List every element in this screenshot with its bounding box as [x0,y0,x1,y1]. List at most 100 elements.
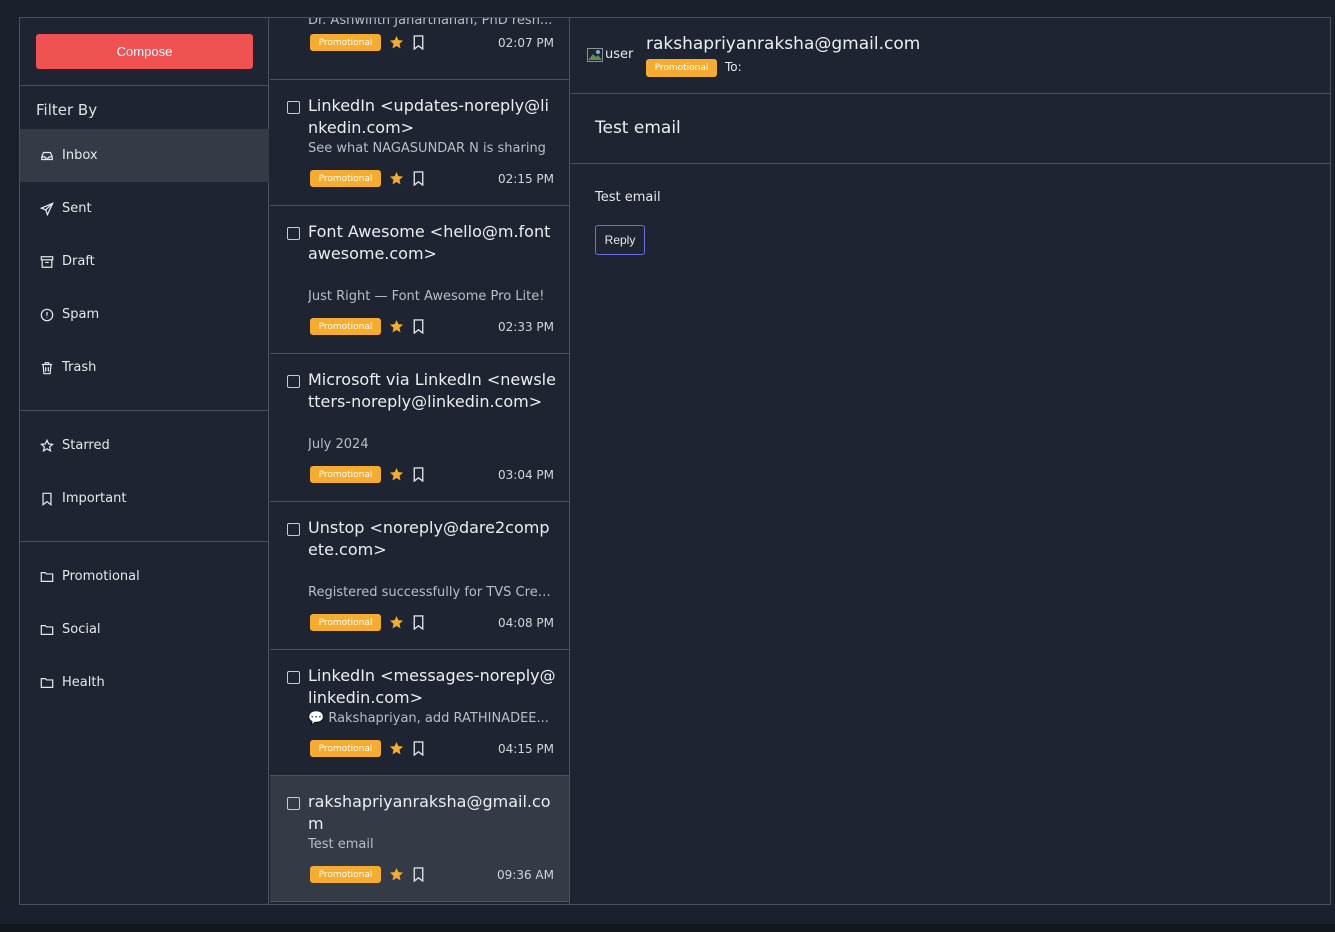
star-icon[interactable] [389,35,404,50]
email-sender: Font Awesome <hello@m.fontawesome.com> [308,222,551,263]
email-preview: July 2024 [308,437,369,452]
sidebar-item-label: Promotional [62,569,140,584]
inbox-icon [41,151,53,160]
sidebar-item-label: Health [62,675,105,690]
email-sender: Unstop <noreply@dare2compete.com> [308,518,550,559]
email-time: 04:08 PM [498,616,554,630]
alert-circle-icon [40,308,54,321]
email-list: Dr. Ashwinth Janarthanan, PhD resh... Pr… [270,18,570,904]
email-time: 03:04 PM [498,468,554,482]
sidebar-item-label: Important [62,491,127,506]
email-preview: Just Right — Font Awesome Pro Lite! [308,289,545,304]
promotional-badge: Promotional [310,318,381,335]
email-preview: See what NAGASUNDAR N is sharing [308,141,546,156]
bookmark-icon[interactable] [412,171,425,186]
bookmark-icon[interactable] [412,319,425,334]
mail-app: Compose Filter By Inbox Sent Draft Spam … [19,17,1331,905]
promotional-badge: Promotional [310,34,381,51]
bookmark-icon[interactable] [412,467,425,482]
sidebar: Compose Filter By Inbox Sent Draft Spam … [20,18,269,904]
star-icon[interactable] [389,319,404,334]
star-icon[interactable] [389,867,404,882]
list-item[interactable]: Microsoft via LinkedIn <newsletters-nore… [270,354,569,502]
email-subject: Test email [595,118,681,138]
sidebar-item-label: Draft [62,254,95,269]
bookmark-icon[interactable] [412,615,425,630]
bookmark-icon[interactable] [412,35,425,50]
email-body: Test email [595,190,661,205]
bookmark-icon[interactable] [412,741,425,756]
email-sender: rakshapriyanraksha@gmail.com [308,792,551,833]
star-icon[interactable] [389,467,404,482]
promotional-badge: Promotional [310,170,381,187]
sidebar-item-starred[interactable]: Starred [20,419,269,472]
list-item[interactable]: Unstop <noreply@dare2compete.com> Regist… [270,502,569,650]
sidebar-item-label: Social [62,622,101,637]
sidebar-item-label: Starred [62,438,110,453]
promotional-badge: Promotional [310,740,381,757]
email-time: 02:33 PM [498,320,554,334]
to-label: To: [725,60,742,74]
sidebar-item-trash[interactable]: Trash [20,341,269,394]
filter-title: Filter By [36,101,98,119]
send-icon [40,201,54,216]
list-item[interactable]: LinkedIn <messages-noreply@linkedin.com>… [270,650,569,776]
folder-icon [40,624,54,635]
divider [20,410,269,411]
list-item[interactable]: rakshapriyanraksha@gmail.com Test email … [270,776,569,902]
star-icon[interactable] [389,741,404,756]
compose-button[interactable]: Compose [36,34,253,69]
sidebar-item-label: Trash [62,360,97,375]
promotional-badge: Promotional [310,466,381,483]
bookmark-icon [42,492,52,506]
sidebar-item-inbox[interactable]: Inbox [20,129,269,182]
sidebar-item-sent[interactable]: Sent [20,182,269,235]
email-checkbox[interactable] [287,375,300,388]
email-time: 04:15 PM [498,742,554,756]
email-preview: Test email [308,837,374,852]
sidebar-item-label: Sent [62,201,92,216]
subject-bar: Test email [571,94,1331,164]
list-item[interactable]: LinkedIn <updates-noreply@linkedin.com> … [270,80,569,206]
trash-icon [41,361,53,374]
sidebar-item-spam[interactable]: Spam [20,288,269,341]
promotional-badge: Promotional [310,866,381,883]
sidebar-item-promotional[interactable]: Promotional [20,550,269,603]
bottom-strip [0,924,1335,932]
email-detail: user rakshapriyanraksha@gmail.com Promot… [571,18,1331,904]
folder-icon [40,677,54,688]
sidebar-item-important[interactable]: Important [20,472,269,525]
email-checkbox[interactable] [287,523,300,536]
list-item[interactable]: Dr. Ashwinth Janarthanan, PhD resh... Pr… [270,18,569,80]
sidebar-item-health[interactable]: Health [20,656,269,709]
divider [20,541,269,542]
sidebar-item-draft[interactable]: Draft [20,235,269,288]
email-preview: Registered successfully for TVS Cred... [308,585,556,600]
email-preview: Dr. Ashwinth Janarthanan, PhD resh... [308,18,553,28]
sidebar-item-label: Inbox [62,148,98,163]
reply-button[interactable]: Reply [595,225,645,255]
sender-email: rakshapriyanraksha@gmail.com [646,34,921,54]
sidebar-item-social[interactable]: Social [20,603,269,656]
email-preview: 💬 Rakshapriyan, add RATHINADEE... [308,711,549,726]
email-checkbox[interactable] [287,797,300,810]
avatar-alt-text: user [605,47,634,62]
star-outline-icon [40,438,54,452]
divider [20,85,269,86]
bookmark-icon[interactable] [412,867,425,882]
email-time: 02:15 PM [498,172,554,186]
email-time: 02:07 PM [498,36,554,50]
broken-image-icon [587,47,603,62]
email-sender: Microsoft via LinkedIn <newsletters-nore… [308,370,556,411]
star-icon[interactable] [389,171,404,186]
avatar: user [587,47,633,62]
promotional-badge: Promotional [310,614,381,631]
email-checkbox[interactable] [287,101,300,114]
list-item[interactable]: Font Awesome <hello@m.fontawesome.com> J… [270,206,569,354]
promotional-badge: Promotional [646,59,717,77]
star-icon[interactable] [389,615,404,630]
email-checkbox[interactable] [287,671,300,684]
email-checkbox[interactable] [287,227,300,240]
email-time: 09:36 AM [497,868,554,882]
email-sender: LinkedIn <updates-noreply@linkedin.com> [308,96,549,137]
